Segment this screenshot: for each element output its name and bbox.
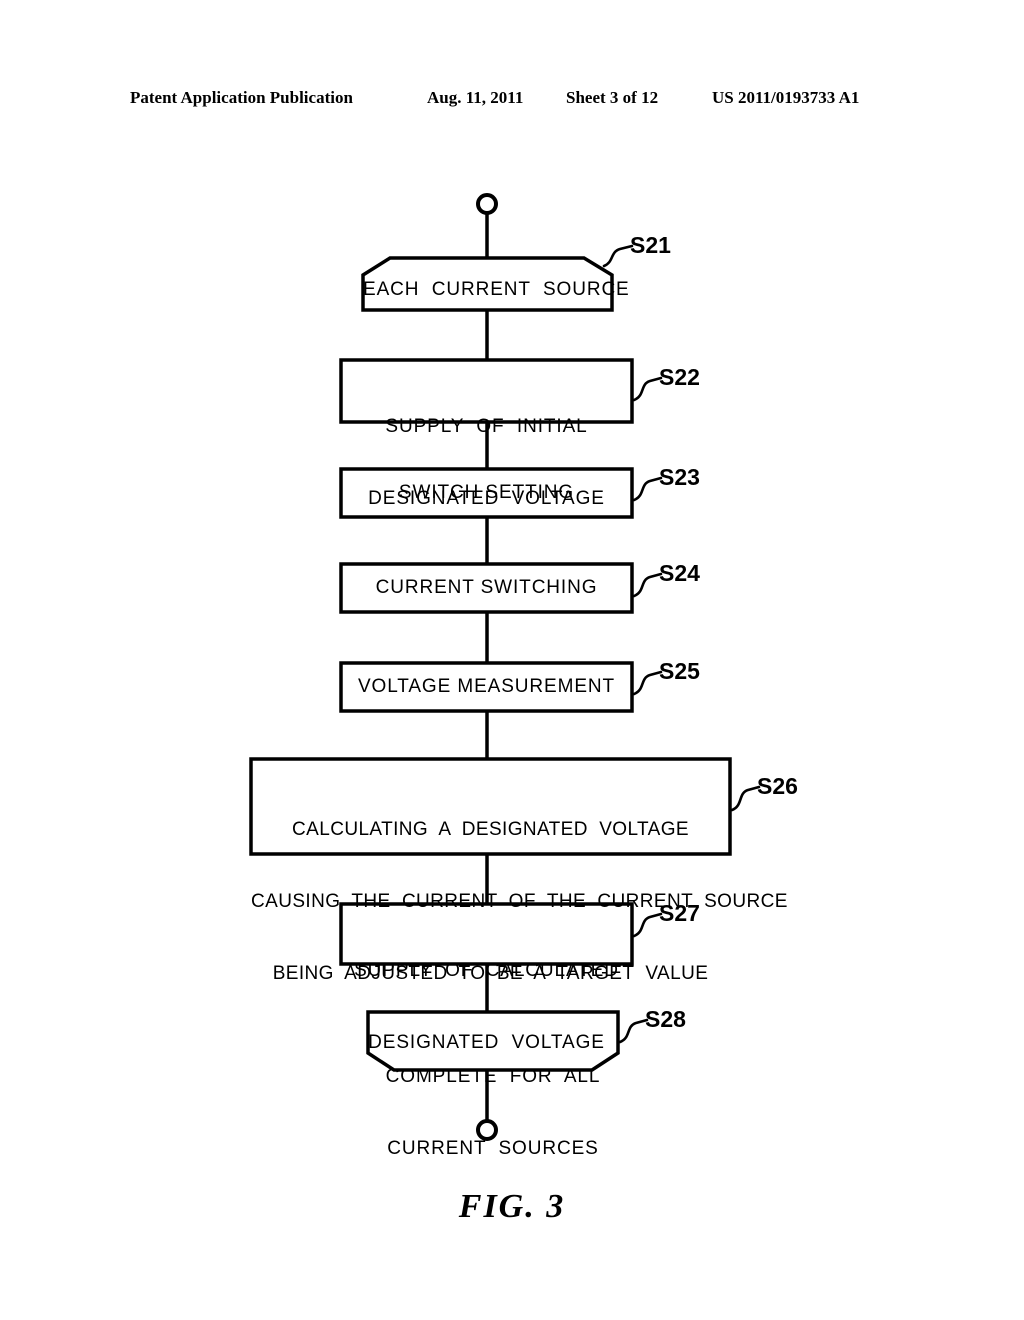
node-shape-s24[interactable] bbox=[339, 562, 634, 614]
node-shape-s23[interactable] bbox=[339, 467, 634, 519]
figure-caption: FIG. 3 bbox=[458, 1188, 566, 1225]
node-shape-s25[interactable] bbox=[339, 661, 634, 713]
step-label-s24: S24 bbox=[659, 560, 700, 586]
leader-s23 bbox=[632, 476, 663, 502]
leader-s28 bbox=[618, 1018, 649, 1044]
flowchart-diagram-svg bbox=[249, 193, 761, 1141]
start-terminal-circle-icon bbox=[476, 193, 498, 215]
node-shape-s22[interactable] bbox=[339, 358, 634, 424]
step-label-s28: S28 bbox=[645, 1006, 686, 1032]
node-shape-s21[interactable] bbox=[361, 256, 614, 312]
step-label-s27: S27 bbox=[659, 900, 700, 926]
leader-s26 bbox=[730, 785, 761, 812]
leader-s21 bbox=[602, 244, 634, 268]
step-label-s21: S21 bbox=[630, 232, 671, 258]
node-shape-s27[interactable] bbox=[339, 902, 634, 966]
step-label-s26: S26 bbox=[757, 773, 798, 799]
step-label-s25: S25 bbox=[659, 658, 700, 684]
leader-s24 bbox=[632, 572, 663, 598]
node-shape-s28[interactable] bbox=[366, 1010, 620, 1072]
step-label-s22: S22 bbox=[659, 364, 700, 390]
end-terminal-circle-icon bbox=[476, 1119, 498, 1141]
flowchart-figure: EACH CURRENT SOURCE SUPPLY OF INITIAL DE… bbox=[0, 0, 1024, 1320]
leader-s22 bbox=[632, 376, 663, 402]
leader-s25 bbox=[632, 670, 663, 696]
step-label-s23: S23 bbox=[659, 464, 700, 490]
leader-s27 bbox=[632, 912, 663, 938]
node-shape-s26[interactable] bbox=[249, 757, 732, 856]
